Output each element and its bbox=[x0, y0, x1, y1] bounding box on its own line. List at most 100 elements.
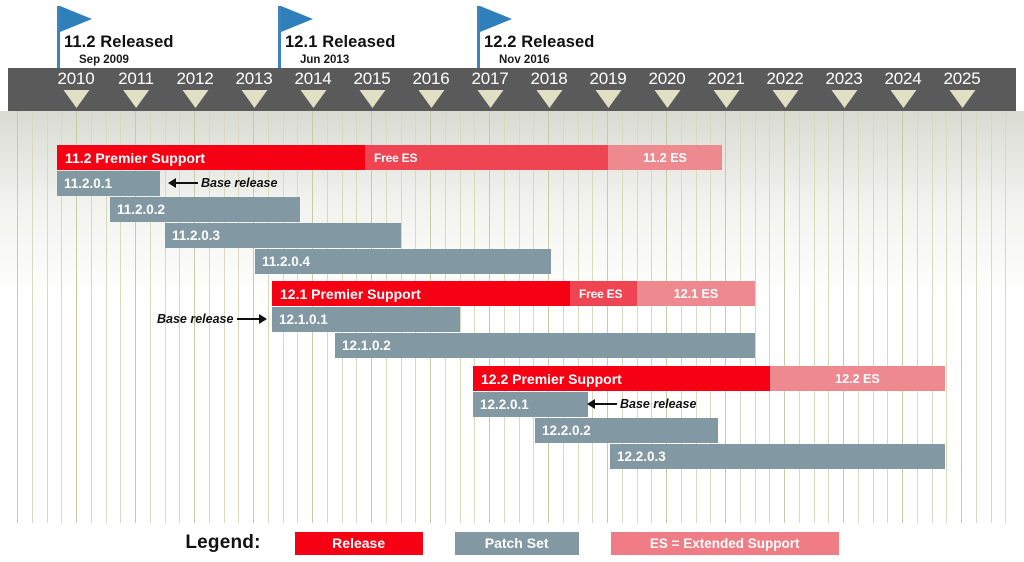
year-label: 2024 bbox=[884, 69, 922, 88]
flag-pennant-icon bbox=[480, 6, 512, 32]
bar-label: 11.2 Premier Support bbox=[65, 149, 206, 166]
year-tick: 2014 bbox=[294, 68, 332, 108]
bar-label: 12.2 Premier Support bbox=[481, 370, 622, 387]
bar-label: 11.2.0.3 bbox=[172, 228, 221, 243]
annotation-text: Base release bbox=[201, 176, 278, 190]
bar-patch-12101: 12.1.0.1 bbox=[272, 307, 460, 332]
year-marker-icon bbox=[890, 90, 916, 108]
bar-row-112-release: 11.2 Premier Support Free ES 11.2 ES bbox=[0, 145, 1024, 170]
year-tick: 2022 bbox=[766, 68, 804, 108]
year-label: 2011 bbox=[118, 69, 154, 88]
bar-row-12201: 12.2.0.1 Base release bbox=[0, 392, 1024, 417]
milestone-title: 12.2 Released bbox=[484, 33, 595, 51]
year-marker-icon bbox=[654, 90, 680, 108]
bar-label: 11.2.0.2 bbox=[117, 202, 166, 217]
bar-row-11201: 11.2.0.1 Base release bbox=[0, 171, 1024, 196]
bar-row-12101: Base release 12.1.0.1 bbox=[0, 307, 1024, 332]
year-marker-icon bbox=[359, 90, 385, 108]
bar-label: 11.2.0.1 bbox=[64, 176, 113, 191]
year-tick: 2021 bbox=[707, 68, 745, 108]
year-label: 2021 bbox=[707, 69, 745, 88]
year-marker-icon bbox=[772, 90, 798, 108]
year-marker-icon bbox=[122, 90, 149, 108]
year-tick: 2017 bbox=[471, 68, 509, 108]
bar-patch-12203: 12.2.0.3 bbox=[610, 444, 945, 469]
bar-label: 12.1 ES bbox=[673, 286, 719, 301]
year-tick: 2013 bbox=[235, 68, 273, 108]
year-label: 2015 bbox=[353, 69, 391, 88]
bar-label: 12.2.0.2 bbox=[542, 423, 591, 438]
year-tick: 2023 bbox=[825, 68, 863, 108]
plot-area: 11.2 Premier Support Free ES 11.2 ES 11.… bbox=[0, 111, 1024, 523]
bar-patch-11203: 11.2.0.3 bbox=[165, 223, 401, 248]
annotation-base-release-1: Base release bbox=[168, 174, 277, 192]
arrow-left-icon bbox=[168, 178, 198, 188]
year-label: 2019 bbox=[589, 69, 627, 88]
year-label: 2016 bbox=[412, 69, 450, 88]
bar-patch-11204: 11.2.0.4 bbox=[255, 249, 551, 274]
year-marker-icon bbox=[949, 90, 975, 108]
bar-patch-11202: 11.2.0.2 bbox=[110, 197, 300, 222]
year-label: 2013 bbox=[235, 69, 273, 88]
bar-patch-12102: 12.1.0.2 bbox=[335, 333, 755, 358]
bar-121-premier-support: 12.1 Premier Support bbox=[272, 281, 570, 306]
legend-title: Legend: bbox=[185, 532, 261, 553]
bar-label: 12.1.0.1 bbox=[279, 312, 328, 327]
bar-label: 12.1 Premier Support bbox=[280, 285, 421, 302]
bar-row-121-release: 12.1 Premier Support Free ES 12.1 ES bbox=[0, 281, 1024, 306]
bar-label: 11.2 ES bbox=[643, 150, 687, 165]
bar-121-free-es: Free ES bbox=[570, 281, 637, 306]
milestone-date: Sep 2009 bbox=[79, 54, 129, 66]
year-marker-icon bbox=[536, 90, 562, 108]
year-tick: 2024 bbox=[884, 68, 922, 108]
legend-chip-extended-support: ES = Extended Support bbox=[610, 531, 839, 555]
year-tick: 2018 bbox=[530, 68, 568, 108]
year-label: 2017 bbox=[471, 69, 509, 88]
bar-row-12202: 12.2.0.2 bbox=[0, 418, 1024, 443]
bar-row-12203: 12.2.0.3 bbox=[0, 444, 1024, 469]
year-marker-icon bbox=[418, 90, 444, 108]
bar-row-122-release: 12.2 Premier Support 12.2 ES bbox=[0, 366, 1024, 391]
bar-122-premier-support: 12.2 Premier Support bbox=[473, 366, 770, 391]
year-label: 2025 bbox=[943, 69, 981, 88]
year-tick: 2020 bbox=[648, 68, 686, 108]
bar-112-extended-support: 11.2 ES bbox=[608, 145, 722, 170]
bar-patch-12201: 12.2.0.1 bbox=[473, 392, 588, 417]
arrow-left-icon bbox=[587, 399, 617, 409]
bar-patch-12202: 12.2.0.2 bbox=[535, 418, 718, 443]
bar-label: Free ES bbox=[374, 150, 418, 165]
year-tick: 2011 bbox=[118, 68, 154, 108]
year-marker-icon bbox=[477, 90, 503, 108]
year-tick: 2025 bbox=[943, 68, 981, 108]
bar-row-11202: 11.2.0.2 bbox=[0, 197, 1024, 222]
year-marker-icon bbox=[831, 90, 857, 108]
timeline-chart: 11.2 Released Sep 2009 12.1 Released Jun… bbox=[0, 0, 1024, 562]
bar-row-12102: 12.1.0.2 bbox=[0, 333, 1024, 358]
bar-row-11204: 11.2.0.4 bbox=[0, 249, 1024, 274]
year-marker-icon bbox=[241, 90, 267, 108]
year-marker-icon bbox=[713, 90, 739, 108]
bar-112-premier-support: 11.2 Premier Support bbox=[57, 145, 365, 170]
legend-chip-release: Release bbox=[294, 531, 423, 555]
annotation-base-release-2: Base release bbox=[157, 310, 268, 328]
milestone-date: Jun 2013 bbox=[300, 54, 350, 66]
annotation-text: Base release bbox=[157, 312, 234, 326]
year-tick: 2012 bbox=[176, 68, 214, 108]
year-label: 2014 bbox=[294, 69, 332, 88]
annotation-text: Base release bbox=[620, 397, 697, 411]
year-label: 2023 bbox=[825, 69, 863, 88]
milestone-title: 12.1 Released bbox=[285, 33, 396, 51]
bar-112-free-es: Free ES bbox=[365, 145, 608, 170]
year-tick: 2016 bbox=[412, 68, 450, 108]
bar-label: 12.2 ES bbox=[835, 371, 880, 386]
year-marker-icon bbox=[182, 90, 208, 108]
bar-label: 11.2.0.4 bbox=[262, 254, 311, 269]
bar-121-extended-support: 12.1 ES bbox=[637, 281, 755, 306]
year-label: 2018 bbox=[530, 69, 568, 88]
annotation-base-release-3: Base release bbox=[587, 395, 696, 413]
bar-label: Free ES bbox=[579, 286, 623, 301]
milestone-title: 11.2 Released bbox=[64, 33, 174, 51]
year-label: 2022 bbox=[766, 69, 804, 88]
milestone-date: Nov 2016 bbox=[499, 54, 550, 66]
bar-label: 12.2.0.3 bbox=[617, 449, 666, 464]
